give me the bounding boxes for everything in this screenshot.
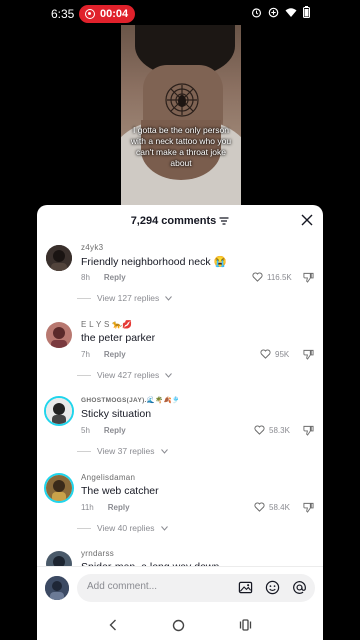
avatar[interactable] [44,473,74,503]
replies-divider [77,374,91,376]
comment-time: 5h [81,426,90,435]
comment-text: The web catcher [81,485,159,497]
comment-text: the peter parker [81,332,156,344]
status-time: 6:35 [51,7,75,21]
comment-input-bar [37,566,323,610]
view-replies-label: View 427 replies [97,370,160,380]
like-button[interactable]: 58.3K [254,425,290,435]
like-count: 58.3K [269,425,290,435]
like-count: 116.5K [267,272,292,282]
comment-username[interactable]: Angelisdaman [81,473,135,482]
replies-divider [77,527,91,529]
dislike-icon[interactable] [303,349,314,360]
like-button[interactable]: 58.4K [254,502,290,512]
replies-divider [77,297,91,299]
view-replies-label: View 40 replies [97,523,155,533]
dislike-icon[interactable] [303,272,314,283]
heart-icon [254,425,265,435]
comment-input-field[interactable] [77,574,315,602]
view-replies-button[interactable]: View 127 replies [77,293,173,303]
chevron-down-icon [165,372,173,378]
mention-icon[interactable] [292,580,307,595]
status-bar: 6:35 00:04 [0,0,360,28]
comments-header: 7,294 comments [37,205,323,235]
view-replies-label: View 127 replies [97,293,160,303]
comment-meta: 5h Reply [81,426,126,435]
record-icon [85,9,95,19]
reply-button[interactable]: Reply [104,273,126,282]
spider-tattoo-icon [165,83,199,117]
alarm-icon [251,7,262,17]
back-icon[interactable] [108,619,118,631]
home-icon[interactable] [172,619,185,632]
wifi-icon [285,7,297,17]
avatar[interactable] [46,322,72,348]
chevron-down-icon [165,295,173,301]
chevron-down-icon [160,448,168,454]
like-count: 95K [275,349,290,359]
reply-button[interactable]: Reply [108,503,130,512]
comments-count[interactable]: 7,294 comments [131,215,230,227]
like-button[interactable]: 116.5K [252,272,292,282]
comment-input[interactable] [87,581,217,592]
heart-icon [260,349,271,359]
comments-list[interactable]: z4yk3 Friendly neighborhood neck 😭 8h Re… [37,235,323,575]
comment-username[interactable]: GHOSTMOGS(JAY).🌊🌴🍂🎐 [81,396,180,404]
recording-time: 00:04 [100,8,129,20]
comment-meta: 7h Reply [81,350,126,359]
like-button[interactable]: 95K [260,349,289,359]
heart-icon [254,502,265,512]
view-replies-button[interactable]: View 40 replies [77,523,168,533]
view-replies-button[interactable]: View 427 replies [77,370,173,380]
comment-text: Sticky situation [81,408,152,420]
comment-time: 7h [81,350,90,359]
recent-apps-icon[interactable] [239,619,252,631]
system-nav-bar [37,610,323,640]
comment-time: 11h [81,503,94,512]
reply-button[interactable]: Reply [104,350,126,359]
dislike-icon[interactable] [303,425,314,436]
comment-text: Friendly neighborhood neck 😭 [81,256,227,268]
comment-username[interactable]: z4yk3 [81,243,103,252]
status-icons [251,6,310,18]
comment-username[interactable]: yrndarss [81,549,114,558]
comment-time: 8h [81,273,90,282]
comment-meta: 11h Reply [81,503,130,512]
image-icon[interactable] [238,580,253,595]
video-preview[interactable] [121,25,241,205]
avatar[interactable] [46,245,72,271]
chevron-down-icon [160,525,168,531]
my-avatar[interactable] [45,576,69,600]
comments-sheet: 7,294 comments z4yk3 Friendly neighborho… [37,205,323,640]
comments-title: 7,294 comments [130,215,217,227]
comment-username[interactable]: E L Y S 🐆💋 [81,320,133,329]
emoji-icon[interactable] [265,580,280,595]
battery-icon [303,6,310,18]
reply-button[interactable]: Reply [104,426,126,435]
input-icons [238,580,307,595]
screen-recording-indicator[interactable]: 00:04 [79,5,135,23]
view-replies-button[interactable]: View 37 replies [77,446,168,456]
avatar[interactable] [44,396,74,426]
close-icon[interactable] [300,213,314,227]
sort-icon[interactable] [219,217,229,225]
replies-divider [77,450,91,452]
video-caption: I gotta be the only person with a neck t… [130,125,232,168]
heart-icon [252,272,263,282]
comment-meta: 8h Reply [81,273,126,282]
view-replies-label: View 37 replies [97,446,155,456]
like-count: 58.4K [269,502,290,512]
data-saver-icon [268,7,279,17]
dislike-icon[interactable] [303,502,314,513]
